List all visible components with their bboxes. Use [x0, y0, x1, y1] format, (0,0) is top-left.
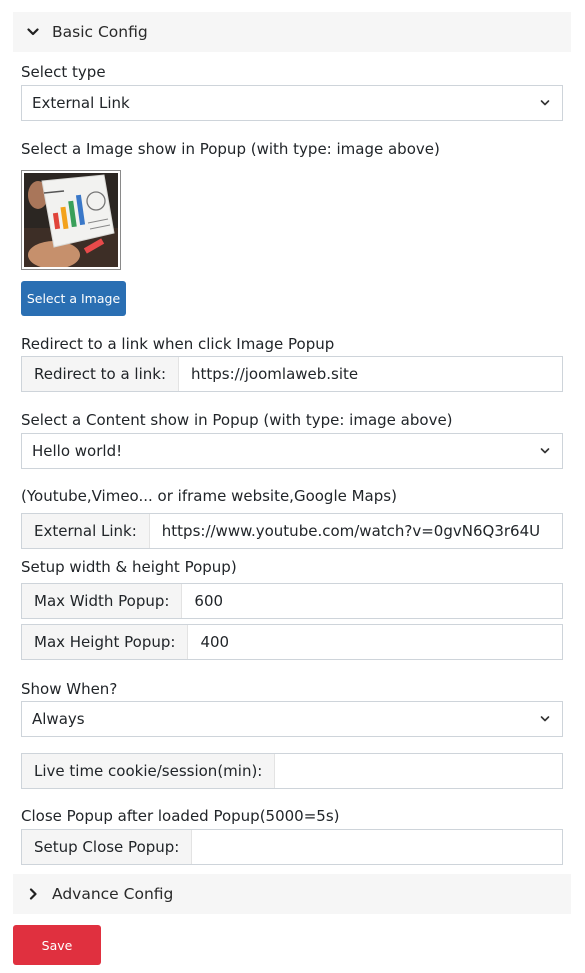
select-type-dropdown[interactable]: External Link	[21, 85, 563, 121]
max-width-addon: Max Width Popup:	[22, 584, 183, 618]
show-when-value: Always	[32, 710, 85, 728]
external-label: (Youtube,Vimeo... or iframe website,Goog…	[21, 487, 397, 505]
cookie-addon: Live time cookie/session(min):	[22, 754, 276, 788]
chevron-down-icon	[19, 26, 47, 38]
cookie-input-group: Live time cookie/session(min):	[21, 753, 563, 789]
basic-config-title: Basic Config	[52, 23, 148, 41]
show-when-dropdown[interactable]: Always	[21, 701, 563, 737]
close-popup-addon: Setup Close Popup:	[22, 830, 193, 864]
image-section-label: Select a Image show in Popup (with type:…	[21, 140, 440, 158]
chevron-down-icon	[540, 442, 550, 460]
external-link-input[interactable]: https://www.youtube.com/watch?v=0gvN6Q3r…	[150, 514, 562, 548]
close-popup-input-group: Setup Close Popup:	[21, 829, 563, 865]
advance-config-header[interactable]: Advance Config	[13, 874, 571, 914]
close-popup-input[interactable]	[192, 830, 562, 864]
redirect-url-input[interactable]: https://joomlaweb.site	[179, 357, 562, 391]
max-height-input[interactable]: 400	[188, 625, 562, 659]
redirect-input-group: Redirect to a link: https://joomlaweb.si…	[21, 356, 563, 392]
basic-config-header[interactable]: Basic Config	[13, 12, 571, 52]
content-select-dropdown[interactable]: Hello world!	[21, 433, 563, 469]
max-width-input-group: Max Width Popup: 600	[21, 583, 563, 619]
max-width-input[interactable]: 600	[182, 584, 562, 618]
max-height-addon: Max Height Popup:	[22, 625, 189, 659]
select-type-label: Select type	[21, 63, 106, 81]
close-popup-label: Close Popup after loaded Popup(5000=5s)	[21, 807, 340, 825]
max-height-input-group: Max Height Popup: 400	[21, 624, 563, 660]
external-input-group: External Link: https://www.youtube.com/w…	[21, 513, 563, 549]
chevron-down-icon	[540, 710, 550, 728]
show-when-label: Show When?	[21, 680, 118, 698]
external-addon: External Link:	[22, 514, 150, 548]
image-thumbnail[interactable]	[21, 170, 121, 270]
size-label: Setup width & height Popup)	[21, 558, 237, 576]
redirect-label: Redirect to a link when click Image Popu…	[21, 335, 335, 353]
chart-photo-image	[24, 173, 118, 269]
chevron-right-icon	[19, 888, 47, 900]
chevron-down-icon	[540, 94, 550, 112]
cookie-time-input[interactable]	[275, 754, 562, 788]
select-image-button[interactable]: Select a Image	[21, 281, 126, 316]
save-button[interactable]: Save	[13, 925, 101, 965]
content-select-label: Select a Content show in Popup (with typ…	[21, 411, 453, 429]
select-type-value: External Link	[32, 94, 130, 112]
redirect-addon: Redirect to a link:	[22, 357, 179, 391]
content-select-value: Hello world!	[32, 442, 123, 460]
advance-config-title: Advance Config	[52, 885, 174, 903]
